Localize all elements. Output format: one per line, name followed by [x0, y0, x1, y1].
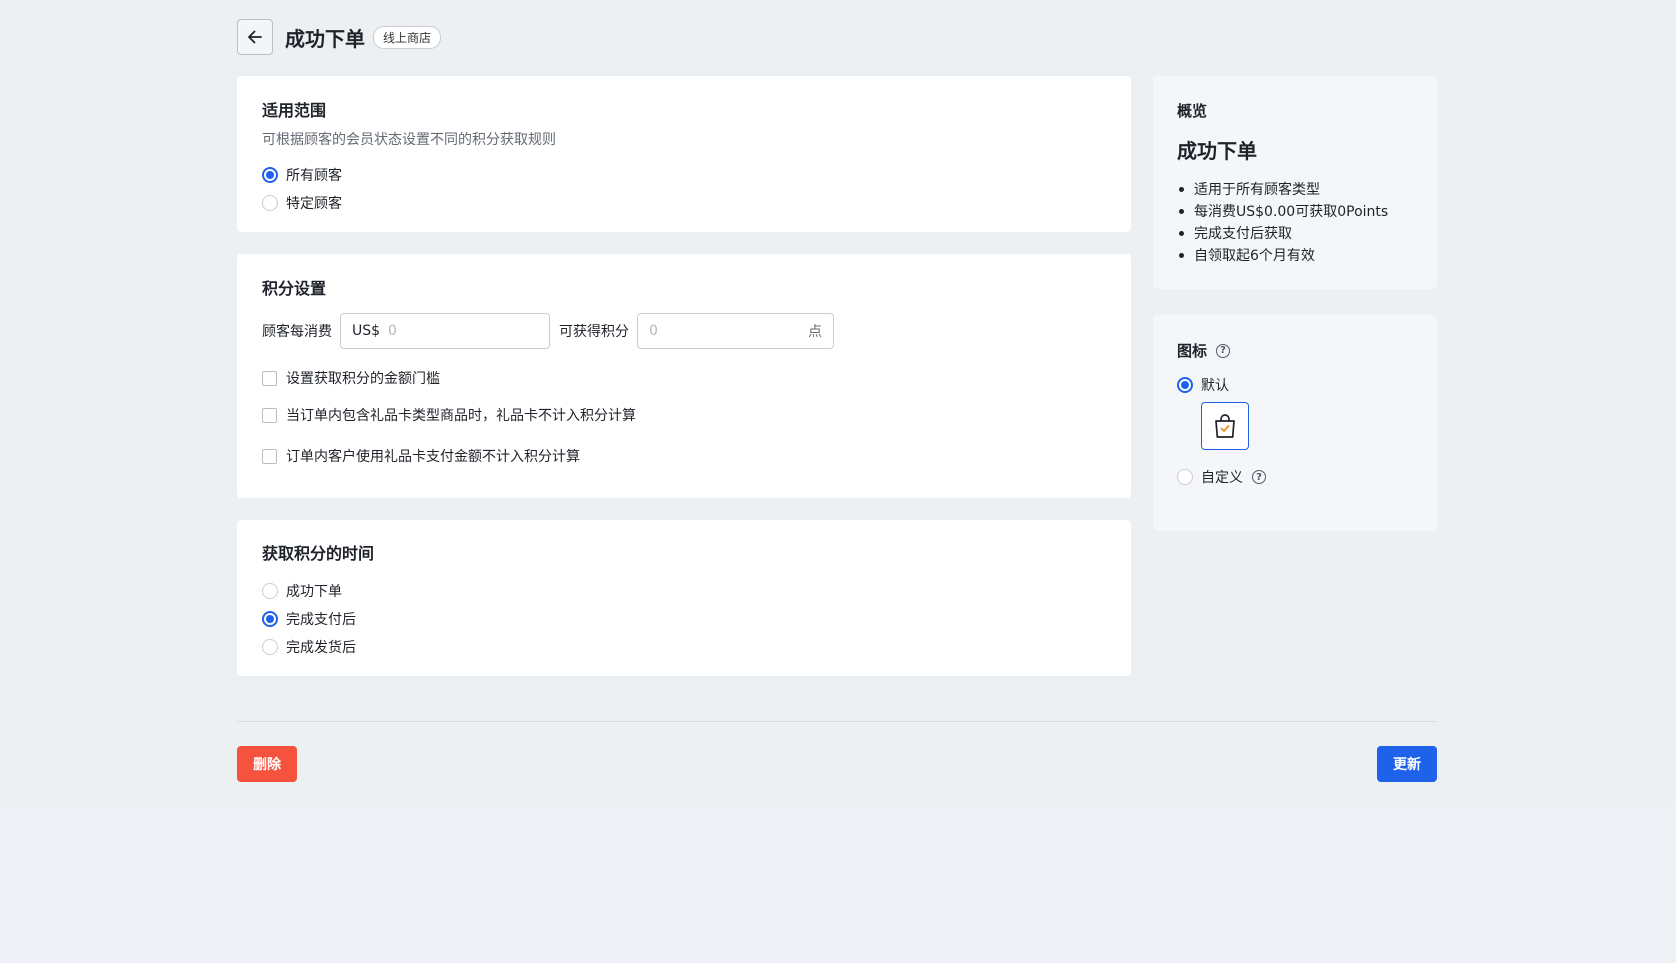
checkbox[interactable] — [262, 407, 277, 423]
icon-card: 图标 ? 默认 自定义 ? — [1153, 315, 1437, 531]
earn-label: 可获得积分 — [559, 324, 629, 340]
radio-unselected[interactable] — [262, 639, 278, 655]
overview-name: 成功下单 — [1177, 139, 1257, 163]
check-label: 当订单内包含礼品卡类型商品时，礼品卡不计入积分计算 — [286, 408, 636, 424]
currency-prefix: US$ — [352, 323, 381, 339]
timing-option-shipped[interactable]: 完成发货后 — [262, 637, 1106, 657]
help-icon[interactable]: ? — [1252, 470, 1266, 484]
scope-card: 适用范围 可根据顾客的会员状态设置不同的积分获取规则 所有顾客 特定顾客 — [237, 76, 1131, 232]
update-button[interactable]: 更新 — [1377, 746, 1437, 782]
check-label: 设置获取积分的金额门槛 — [286, 371, 440, 387]
timing-option-order[interactable]: 成功下单 — [262, 581, 1106, 601]
icon-option-label: 自定义 — [1201, 470, 1243, 486]
earn-placeholder: 0 — [649, 323, 658, 339]
scope-title: 适用范围 — [262, 101, 327, 120]
help-icon[interactable]: ? — [1216, 343, 1231, 358]
icon-option-default[interactable]: 默认 — [1177, 375, 1413, 395]
radio-selected[interactable] — [262, 167, 278, 183]
checkbox[interactable] — [262, 370, 277, 386]
radio-unselected[interactable] — [1177, 469, 1193, 485]
delete-button[interactable]: 删除 — [237, 746, 297, 782]
icon-title: 图标 — [1177, 342, 1208, 360]
points-title: 积分设置 — [262, 279, 327, 298]
overview-item: 适用于所有顾客类型 — [1177, 178, 1413, 200]
radio-selected[interactable] — [262, 611, 278, 627]
page-header: 成功下单 线上商店 — [237, 19, 442, 55]
timing-option-paid[interactable]: 完成支付后 — [262, 609, 1106, 629]
check-giftcard-product[interactable]: 当订单内包含礼品卡类型商品时，礼品卡不计入积分计算 — [262, 405, 1106, 425]
timing-card: 获取积分的时间 成功下单 完成支付后 完成发货后 — [237, 520, 1131, 676]
overview-item: 完成支付后获取 — [1177, 222, 1413, 244]
check-threshold[interactable]: 设置获取积分的金额门槛 — [262, 368, 1106, 388]
icon-option-custom[interactable]: 自定义 ? — [1177, 467, 1413, 487]
scope-option-label: 特定顾客 — [286, 196, 342, 212]
overview-item: 每消费US$0.00可获取0Points — [1177, 200, 1413, 222]
shopping-bag-icon — [1215, 414, 1235, 438]
check-giftcard-payment[interactable]: 订单内客户使用礼品卡支付金额不计入积分计算 — [262, 446, 1106, 466]
timing-option-label: 成功下单 — [286, 584, 342, 600]
radio-unselected[interactable] — [262, 195, 278, 211]
spend-placeholder: 0 — [388, 323, 397, 339]
timing-title: 获取积分的时间 — [262, 544, 375, 563]
overview-title: 概览 — [1177, 102, 1208, 120]
overview-card: 概览 成功下单 适用于所有顾客类型 每消费US$0.00可获取0Points 完… — [1153, 76, 1437, 289]
overview-list: 适用于所有顾客类型 每消费US$0.00可获取0Points 完成支付后获取 自… — [1177, 178, 1413, 266]
radio-selected[interactable] — [1177, 377, 1193, 393]
icon-option-label: 默认 — [1201, 378, 1229, 394]
earn-input[interactable]: 0 点 — [637, 313, 834, 349]
scope-description: 可根据顾客的会员状态设置不同的积分获取规则 — [262, 132, 556, 148]
arrow-left-icon — [248, 30, 262, 44]
channel-tag: 线上商店 — [373, 25, 442, 49]
footer-divider — [237, 721, 1437, 722]
scope-option-label: 所有顾客 — [286, 168, 342, 184]
points-card: 积分设置 顾客每消费 US$ 0 可获得积分 0 点 设置获取积分的金额门槛 当… — [237, 254, 1131, 498]
checkbox[interactable] — [262, 448, 277, 464]
spend-input[interactable]: US$ 0 — [340, 313, 550, 349]
back-button[interactable] — [237, 19, 273, 55]
overview-item: 自领取起6个月有效 — [1177, 244, 1413, 266]
timing-option-label: 完成支付后 — [286, 612, 356, 628]
earn-suffix: 点 — [808, 324, 822, 340]
check-label: 订单内客户使用礼品卡支付金额不计入积分计算 — [286, 449, 580, 465]
scope-option-specific[interactable]: 特定顾客 — [262, 193, 1106, 213]
page-title: 成功下单 — [285, 26, 365, 51]
timing-option-label: 完成发货后 — [286, 640, 356, 656]
radio-unselected[interactable] — [262, 583, 278, 599]
spend-label: 顾客每消费 — [262, 324, 332, 340]
scope-option-all[interactable]: 所有顾客 — [262, 165, 1106, 185]
icon-preview[interactable] — [1201, 402, 1249, 450]
